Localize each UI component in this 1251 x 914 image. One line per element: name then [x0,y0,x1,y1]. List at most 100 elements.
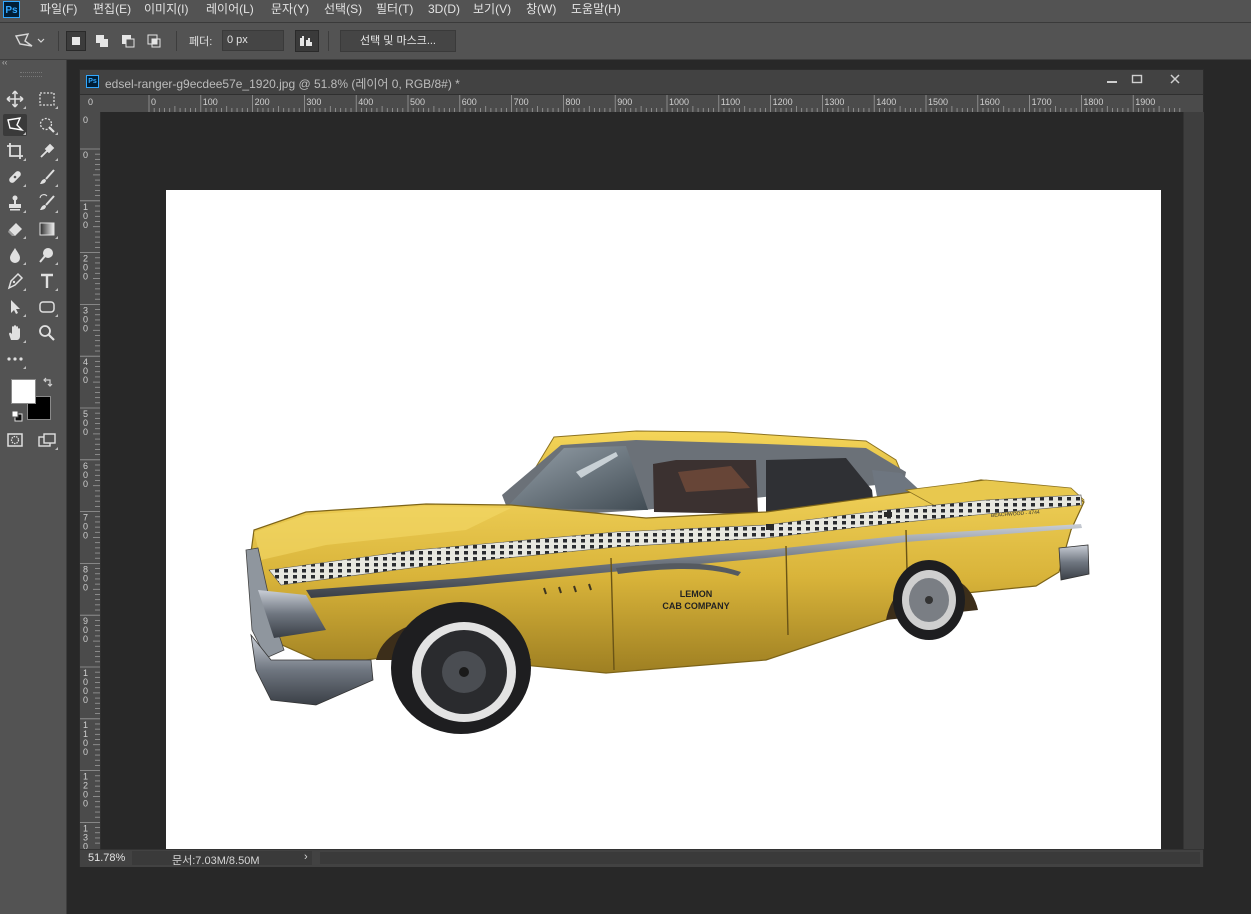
close-icon [1170,74,1180,84]
vertical-ruler-ticks: 0010020030040050060070080090010001100120… [80,115,100,851]
zoom-tool[interactable] [35,322,59,344]
maximize-icon [1131,74,1143,84]
ruler-label: 1500 [928,97,948,107]
anti-alias-toggle[interactable] [295,30,319,52]
blur-tool[interactable] [3,244,27,266]
add-selection-button[interactable] [92,31,112,51]
ruler-label: 0 [83,841,88,849]
default-colors-icon[interactable] [11,409,23,422]
menu-view[interactable]: 보기(V) [473,0,511,22]
ruler-label: 1400 [876,97,896,107]
close-button[interactable] [1158,71,1192,91]
blur-icon [10,248,20,263]
brush-tool[interactable] [35,166,59,188]
horizontal-scrollbar[interactable] [320,852,1200,864]
canvas[interactable]: LEMON CAB COMPANY BEACHWOOD - 4744 [166,190,1161,853]
ruler-label: 0 [83,375,88,385]
intersect-selection-button[interactable] [144,31,164,51]
path-selection-tool[interactable] [3,296,27,318]
door-text-lemon: LEMON [680,589,713,599]
healing-brush-icon [9,171,21,183]
foreground-color-swatch[interactable] [11,379,36,404]
vertical-scrollbar[interactable] [1183,112,1204,849]
door-text-cab-company: CAB COMPANY [662,601,729,611]
ruler-label: 800 [565,97,580,107]
gradient-tool[interactable] [35,218,59,240]
eraser-tool[interactable] [3,218,27,240]
menu-select[interactable]: 선택(S) [324,0,362,22]
quick-mask-button[interactable] [3,429,27,451]
divider [176,31,177,51]
feather-input[interactable]: 0 px [222,30,284,51]
screen-mode-button[interactable] [35,429,59,451]
shape-tool[interactable] [35,296,59,318]
menu-help[interactable]: 도움말(H) [571,0,621,22]
marquee-tool[interactable] [35,88,59,110]
document-title: edsel-ranger-g9ecdee57e_1920.jpg @ 51.8%… [105,77,460,91]
clone-stamp-tool[interactable] [3,192,27,214]
photoshop-document-icon: Ps [86,75,99,88]
document-info-field[interactable]: 문서:7.03M/8.50M › [132,851,312,867]
menu-filter[interactable]: 필터(T) [376,0,413,22]
photoshop-logo-icon[interactable]: Ps [3,1,20,18]
options-bar: 페더: 0 px 선택 및 마스크... [0,23,1251,60]
select-and-mask-button[interactable]: 선택 및 마스크... [340,30,456,52]
ruler-label: 1000 [669,97,689,107]
history-brush-icon [39,194,55,210]
menu-image[interactable]: 이미지(I) [144,0,188,22]
menu-window[interactable]: 창(W) [526,0,556,22]
menu-3d[interactable]: 3D(D) [428,0,460,22]
ruler-label: 0 [83,220,88,230]
lasso-tool[interactable] [3,114,27,136]
type-tool[interactable] [35,270,59,292]
swap-colors-icon[interactable] [41,376,55,390]
ruler-label: 1200 [773,97,793,107]
zoom-level-field[interactable]: 51.78% [88,852,125,864]
ruler-label: 0 [151,97,156,107]
ruler-label: 0 [83,747,88,757]
pen-tool[interactable] [3,270,27,292]
subtract-selection-button[interactable] [118,31,138,51]
chevron-right-icon[interactable]: › [304,851,308,863]
maximize-button[interactable] [1120,71,1154,91]
ruler-label: 0 [83,695,88,705]
subtract-selection-icon [122,35,135,48]
panel-collapse-icon[interactable]: ‹‹ [0,59,68,67]
ruler-label: 1100 [721,97,740,107]
move-icon [6,90,24,108]
tool-preset-picker[interactable] [14,31,50,51]
minimize-icon [1107,81,1117,83]
quick-selection-tool[interactable] [35,114,59,136]
menu-type[interactable]: 문자(Y) [271,0,309,22]
vertical-ruler[interactable]: 0010020030040050060070080090010001100120… [80,112,101,851]
eyedropper-tool[interactable] [35,140,59,162]
pasteboard[interactable]: LEMON CAB COMPANY BEACHWOOD - 4744 [101,112,1183,853]
document-titlebar[interactable]: Ps edsel-ranger-g9ecdee57e_1920.jpg @ 51… [80,70,1203,95]
ruler-label: 0 [83,272,88,282]
dodge-icon [39,248,53,263]
divider [328,31,329,51]
healing-brush-tool[interactable] [3,166,27,188]
ruler-label: 0 [83,799,88,809]
horizontal-ruler[interactable]: 0 0 100 200 300 400 500 600 700 800 900 1000 1100 120… [80,95,1203,113]
menu-edit[interactable]: 편집(E) [93,0,131,22]
path-selection-icon [11,300,20,314]
ruler-label: 100 [203,97,218,107]
rectangle-shape-icon [39,301,55,313]
ruler-label: 300 [306,97,321,107]
history-brush-tool[interactable] [35,192,59,214]
panel-grip[interactable] [20,72,42,77]
new-selection-button[interactable] [66,31,86,51]
crop-tool[interactable] [3,140,27,162]
pen-icon [7,272,24,290]
menu-bar: Ps 파일(F) 편집(E) 이미지(I) 레이어(L) 문자(Y) 선택(S)… [0,0,1251,23]
menu-layer[interactable]: 레이어(L) [206,0,254,22]
ruler-label: 900 [617,97,632,107]
menu-file[interactable]: 파일(F) [40,0,77,22]
edit-toolbar-button[interactable] [3,348,27,370]
dodge-tool[interactable] [35,244,59,266]
foreground-color-fill [12,380,35,403]
move-tool[interactable] [3,88,27,110]
hand-tool[interactable] [3,322,27,344]
ruler-label: 0 [83,479,88,489]
